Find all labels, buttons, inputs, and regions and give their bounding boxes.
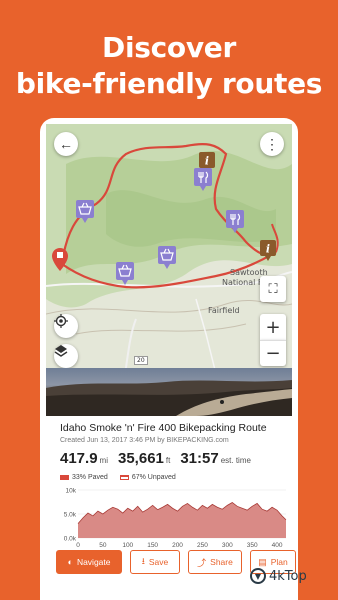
elevation-area [78,502,286,538]
x-tick-label: 400 [272,542,283,549]
zoom-out-button[interactable]: − [260,340,286,366]
distance-unit: mi [99,456,108,465]
start-pin-icon[interactable] [52,248,68,272]
headline-line-1: Discover [102,31,236,64]
elevation-value: 35,661 [118,450,164,467]
layers-button[interactable] [54,344,78,368]
minus-icon: − [265,343,281,364]
y-tick-label: 5.0k [64,512,77,519]
x-tick-label: 150 [147,542,158,549]
grocery-marker-icon-3[interactable] [116,262,134,286]
restaurant-marker-icon-2[interactable] [226,210,244,234]
route-info: Idaho Smoke 'n' Fire 400 Bikepacking Rou… [60,422,292,481]
headline: Discover bike-friendly routes [0,30,338,102]
route-meta: Created Jun 13, 2017 3:46 PM by BIKEPACK… [60,437,229,444]
unpaved-swatch [119,475,129,480]
y-tick-label: 0.0k [64,536,77,543]
route-title[interactable]: Idaho Smoke 'n' Fire 400 Bikepacking Rou… [60,422,292,434]
watermark-text: 4kTop [269,568,307,584]
x-tick-label: 50 [99,542,107,549]
x-tick-label: 300 [222,542,233,549]
headline-line-2: bike-friendly routes [15,67,323,100]
highway-shield: 20 [134,356,148,365]
unpaved-label: 67% Unpaved [131,474,176,481]
watermark-logo-icon: ▼ [250,568,266,584]
time-value: 31:57 [180,450,219,467]
fullscreen-icon: ⛶ [268,281,278,297]
y-tick-label: 10k [66,488,77,495]
x-tick-label: 100 [122,542,133,549]
route-photo[interactable] [46,368,292,416]
save-label: Save [148,557,169,567]
elevation-unit: ft [165,456,171,465]
map-view[interactable]: ← ⋮ i i Sawtooth National Forest Fairfie… [46,124,292,382]
locate-me-button[interactable] [54,314,78,338]
svg-text:i: i [266,243,270,256]
watermark: ▼ 4kTop [250,566,338,586]
route-photo-image [46,380,292,416]
grocery-marker-icon[interactable] [76,200,94,224]
paved-label: 33% Paved [72,474,108,481]
x-tick-label: 0 [76,542,80,549]
surface-legend: 33% Paved 67% Unpaved [60,474,292,481]
route-stats: 417.9 mi 35,661 ft 31:57 est. time [60,450,292,467]
compass-icon: ◐ [67,557,73,567]
download-icon: ⭳ [141,556,145,566]
share-button[interactable]: ⤴ Share [188,550,242,574]
restaurant-marker-icon[interactable] [194,168,212,192]
plus-icon: + [265,316,281,338]
layers-icon [54,345,68,357]
x-tick-label: 350 [247,542,258,549]
crosshair-icon [54,314,68,328]
info-marker-icon-2[interactable]: i [260,240,276,262]
x-tick-label: 200 [172,542,183,549]
back-button[interactable]: ← [54,132,78,156]
more-options-button[interactable]: ⋮ [260,132,284,156]
zoom-in-button[interactable]: + [260,314,286,340]
x-tick-label: 250 [197,542,208,549]
elevation-chart[interactable]: 10k 5.0k 0.0k 0 50 100 150 200 250 300 350 400 [60,488,292,550]
town-label: Fairfield [208,306,240,315]
grocery-marker-icon-2[interactable] [158,246,176,270]
elevation-chart-svg: 10k 5.0k 0.0k0 50 100 150 200 250 300 350 400 [64,488,287,549]
phone-screen: ← ⋮ i i Sawtooth National Forest Fairfie… [40,118,298,600]
share-label: Share [210,557,233,567]
time-unit: est. time [220,456,251,465]
svg-text:i: i [205,155,209,168]
navigate-button[interactable]: ◐ Navigate [56,550,122,574]
back-arrow-icon: ← [59,136,73,152]
fullscreen-button[interactable]: ⛶ [260,276,286,302]
navigate-label: Navigate [76,557,111,567]
share-icon: ⤴ [197,557,207,568]
paved-swatch [60,475,69,480]
save-button[interactable]: ⭳ Save [130,550,180,574]
more-vertical-icon: ⋮ [265,135,279,152]
distance-value: 417.9 [60,450,98,467]
